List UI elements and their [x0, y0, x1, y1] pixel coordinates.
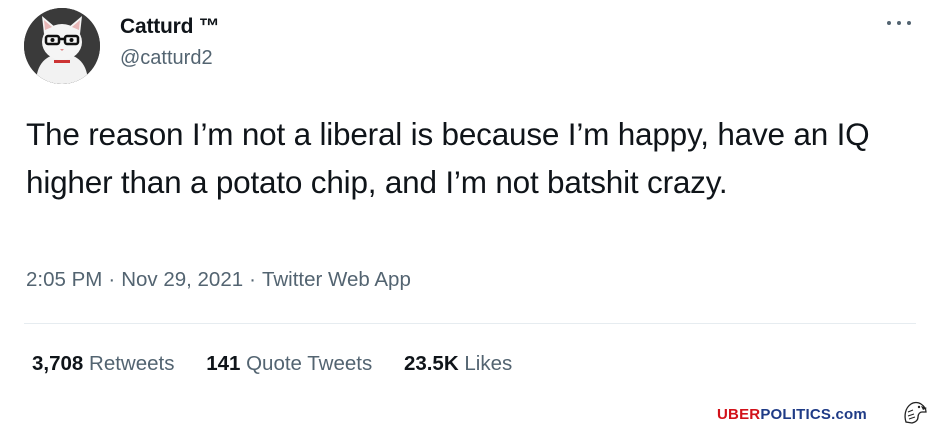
quote-tweets-count: 141 [206, 352, 241, 375]
tweet-meta: 2:05 PM · Nov 29, 2021 · Twitter Web App [26, 268, 411, 292]
tweet-date[interactable]: Nov 29, 2021 [121, 268, 243, 291]
watermark-part1: UBER [717, 406, 761, 423]
retweets-stat[interactable]: 3,708 Retweets [32, 352, 174, 376]
watermark-part2: POLITICS [760, 406, 832, 423]
tweet-text: The reason I’m not a liberal is because … [26, 116, 870, 200]
cat-avatar-icon [24, 8, 100, 84]
separator: · [249, 268, 256, 291]
retweets-label: Retweets [89, 352, 175, 375]
quote-tweets-stat[interactable]: 141 Quote Tweets [206, 352, 372, 376]
separator: · [108, 268, 116, 291]
avatar[interactable] [24, 8, 100, 84]
eagle-icon [904, 401, 927, 424]
divider [24, 323, 916, 324]
tweet-source[interactable]: Twitter Web App [262, 268, 411, 291]
author-display-name[interactable]: Catturd ™ [120, 15, 220, 39]
tweet-card: Catturd ™ @catturd2 The reason I’m not a… [0, 0, 940, 429]
watermark: UBERPOLITICS.com [717, 406, 867, 423]
tweet-time[interactable]: 2:05 PM [26, 268, 102, 291]
tweet-stats: 3,708 Retweets 141 Quote Tweets 23.5K Li… [32, 352, 538, 376]
likes-count: 23.5K [403, 352, 459, 375]
likes-label: Likes [464, 352, 513, 375]
quote-tweets-label: Quote Tweets [246, 352, 373, 375]
retweets-count: 3,708 [32, 352, 84, 375]
more-options-icon[interactable] [885, 14, 913, 32]
watermark-part3: .com [831, 406, 867, 423]
author-handle[interactable]: @catturd2 [120, 47, 213, 70]
likes-stat[interactable]: 23.5K Likes [404, 352, 512, 376]
